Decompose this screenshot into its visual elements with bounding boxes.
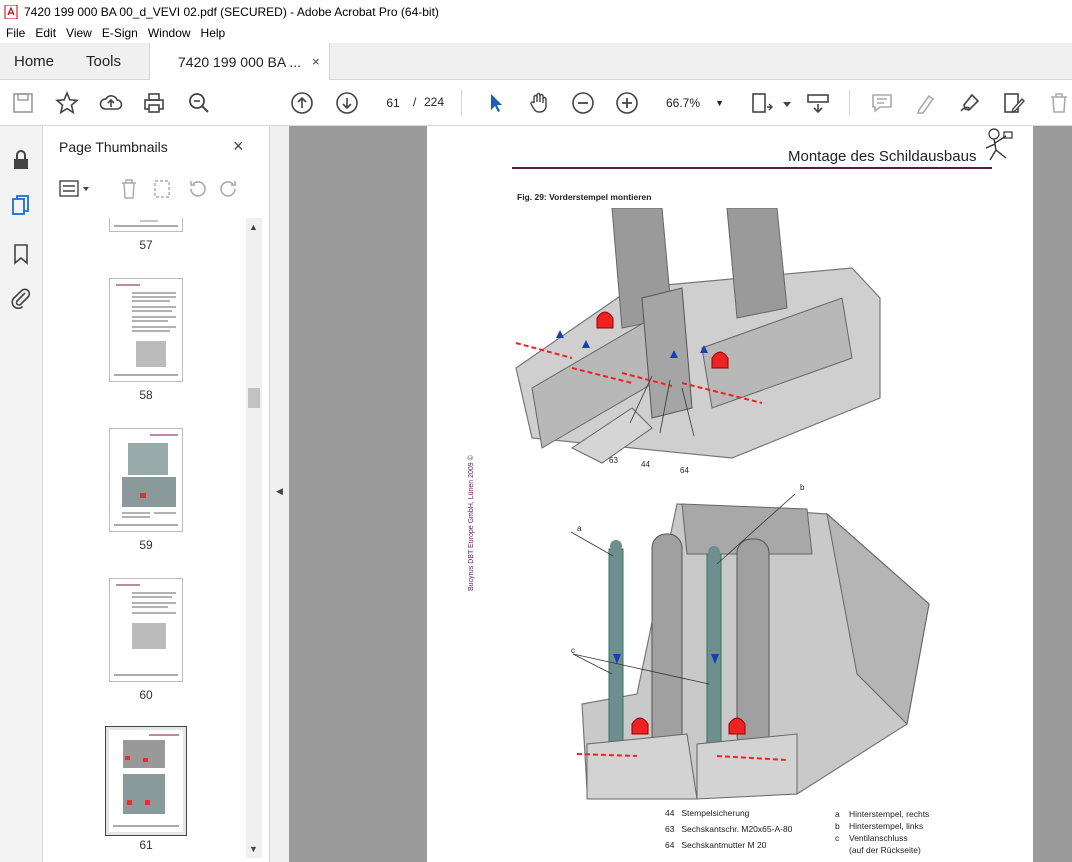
highlight-pen-icon[interactable]	[914, 91, 938, 115]
page-number-input[interactable]: 61	[377, 90, 409, 115]
scroll-down-icon[interactable]: ▼	[249, 844, 258, 854]
tab-home[interactable]: Home	[14, 53, 54, 70]
menu-help[interactable]: Help	[201, 26, 226, 40]
legend-item: a Hinterstempel, rechts	[835, 809, 930, 819]
rotate-cw-icon[interactable]	[218, 178, 240, 200]
callout-c: c	[571, 646, 575, 655]
upper-illustration	[512, 208, 882, 478]
collapse-panel-icon[interactable]: ◀	[276, 486, 283, 497]
callout-a: a	[577, 524, 582, 533]
page-fit-dropdown-icon[interactable]	[775, 94, 791, 118]
toolbar-divider	[849, 90, 850, 116]
callout-b: b	[800, 483, 805, 492]
legend-item: 44 Stempelsicherung	[665, 808, 750, 818]
document-view[interactable]: Montage des Schildausbaus Fig. 29: Vorde…	[289, 126, 1072, 862]
previous-page-icon[interactable]	[290, 91, 314, 115]
attachment-icon[interactable]	[9, 286, 33, 310]
cloud-upload-icon[interactable]	[99, 91, 123, 115]
thumbnail-page[interactable]	[109, 578, 183, 682]
zoom-search-icon[interactable]	[187, 91, 211, 115]
thumbnail-label: 58	[139, 388, 153, 402]
tab-bar: Home Tools 7420 199 000 BA ... ×	[0, 43, 1072, 80]
panel-splitter[interactable]: ◀	[269, 126, 289, 862]
legend-item: c Ventilanschluss	[835, 833, 908, 843]
panel-toolbar	[43, 174, 269, 204]
scroll-mode-icon[interactable]	[806, 91, 830, 115]
scrollbar-thumb[interactable]	[248, 388, 260, 408]
thumbnail-label: 57	[139, 238, 153, 252]
legend-right: a Hinterstempel, rechts b Hinterstempel, l…	[835, 808, 929, 856]
thumbnail-page[interactable]	[109, 278, 183, 382]
select-cursor-icon[interactable]	[484, 91, 508, 115]
thumbnail-page-selected[interactable]	[105, 726, 187, 836]
panel-title: Page Thumbnails	[59, 139, 168, 155]
legend-item: b Hinterstempel, links	[835, 821, 924, 831]
thumbnail-list: 57 58 59 60 61	[43, 218, 246, 862]
star-icon[interactable]	[55, 90, 79, 115]
worker-figure-icon	[985, 128, 1013, 161]
lock-icon[interactable]	[9, 148, 33, 172]
tab-document[interactable]: 7420 199 000 BA ... ×	[149, 43, 330, 80]
zoom-out-icon[interactable]	[571, 91, 595, 115]
legend-left: 44 Stempelsicherung 63 Sechskantschr. M2…	[665, 808, 792, 856]
lower-illustration	[570, 494, 930, 800]
menu-file[interactable]: File	[6, 26, 25, 40]
tab-document-label: 7420 199 000 BA ...	[178, 54, 301, 70]
title-bar: 7420 199 000 BA 00_d_VEVI 02.pdf (SECURE…	[0, 0, 1072, 23]
delete-icon[interactable]	[1047, 91, 1071, 115]
toolbar-divider	[461, 90, 462, 116]
page-header: Montage des Schildausbaus	[788, 148, 977, 165]
menu-window[interactable]: Window	[148, 26, 191, 40]
copyright-text: Bucyrus DBT Europe GmbH, Lünen 2009 ©	[468, 455, 475, 591]
comment-icon[interactable]	[870, 91, 894, 115]
zoom-select[interactable]: 66.7% ▼	[660, 92, 728, 114]
header-rule	[512, 167, 992, 169]
chevron-down-icon: ▼	[715, 98, 724, 108]
menu-bar: File Edit View E-Sign Window Help	[0, 23, 1072, 43]
callout-44: 44	[641, 460, 650, 469]
legend-item: (auf der Rückseite)	[849, 845, 921, 855]
thumbnail-page[interactable]	[109, 218, 183, 232]
page-total: 224	[424, 95, 445, 109]
zoom-value: 66.7%	[666, 96, 701, 110]
thumbnail-label: 59	[139, 538, 153, 552]
thumbnail-label: 61	[139, 838, 153, 852]
page-fit-icon[interactable]	[750, 91, 774, 115]
pdf-page: Montage des Schildausbaus Fig. 29: Vorde…	[427, 126, 1033, 862]
page-thumbnails-icon[interactable]	[9, 194, 33, 218]
print-icon[interactable]	[142, 91, 166, 115]
legend-item: 64 Sechskantmutter M 20	[665, 840, 767, 850]
callout-64: 64	[680, 466, 689, 475]
thumbnail-page[interactable]	[109, 428, 183, 532]
save-icon[interactable]	[11, 91, 35, 115]
next-page-icon[interactable]	[335, 91, 359, 115]
options-menu-icon[interactable]	[59, 178, 91, 200]
hand-tool-icon[interactable]	[527, 91, 551, 115]
bookmark-icon[interactable]	[9, 242, 33, 266]
sign-icon[interactable]	[958, 91, 982, 115]
left-rail	[0, 126, 43, 862]
rotate-ccw-icon[interactable]	[186, 178, 208, 200]
tab-close-button[interactable]: ×	[312, 54, 320, 69]
edit-pdf-icon[interactable]	[1002, 91, 1026, 115]
extract-page-icon[interactable]	[152, 178, 172, 200]
thumbnail-scrollbar[interactable]: ▲ ▼	[246, 218, 262, 858]
acrobat-icon	[4, 4, 18, 19]
tab-tools[interactable]: Tools	[86, 53, 121, 70]
main-toolbar: 61 / 224 66.7% ▼	[0, 80, 1072, 126]
thumbnail-label: 60	[139, 688, 153, 702]
zoom-in-icon[interactable]	[615, 91, 639, 115]
panel-close-button[interactable]: ×	[233, 136, 244, 157]
figure-caption: Fig. 29: Vorderstempel montieren	[517, 192, 652, 202]
page-separator: /	[413, 95, 417, 109]
delete-page-icon[interactable]	[119, 178, 139, 200]
scroll-up-icon[interactable]: ▲	[249, 222, 258, 232]
menu-edit[interactable]: Edit	[35, 26, 56, 40]
menu-esign[interactable]: E-Sign	[102, 26, 138, 40]
thumbnails-panel: Page Thumbnails × 57 58 59 60 61 ▲ ▼	[43, 126, 269, 862]
callout-63: 63	[609, 456, 618, 465]
legend-item: 63 Sechskantschr. M20x65-A-80	[665, 824, 793, 834]
window-title: 7420 199 000 BA 00_d_VEVI 02.pdf (SECURE…	[24, 4, 439, 19]
menu-view[interactable]: View	[66, 26, 92, 40]
